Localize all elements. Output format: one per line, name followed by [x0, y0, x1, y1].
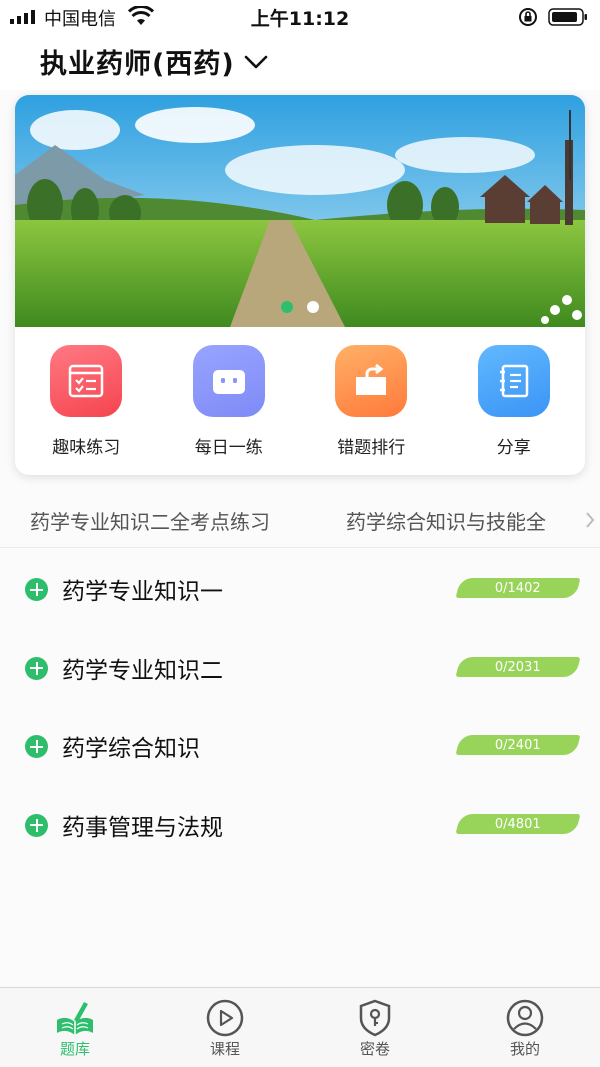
shortcut-wrong-ranking[interactable]: 错题排行 — [300, 345, 443, 458]
progress-text: 0/2401 — [495, 737, 541, 753]
shortcut-label: 每日一练 — [194, 438, 263, 458]
notebook-icon — [477, 345, 550, 417]
exam-selector[interactable]: 执业药师(西药) — [40, 42, 269, 81]
shortcut-label: 分享 — [496, 438, 531, 458]
banner-carousel[interactable] — [15, 95, 585, 327]
banner-image — [15, 95, 585, 327]
list-item[interactable]: 药学综合知识 0/2401 — [0, 707, 600, 786]
shortcut-row: 趣味练习 每日一练 错题排行 分享 — [15, 345, 585, 458]
list-item[interactable]: 药学专业知识一 0/1402 — [0, 550, 600, 629]
tab-courses[interactable]: 课程 — [150, 988, 300, 1067]
folder-share-icon — [335, 345, 408, 417]
list-item[interactable]: 药学专业知识二 0/2031 — [0, 629, 600, 708]
book-pen-icon — [57, 1002, 93, 1035]
shortcut-share[interactable]: 分享 — [443, 345, 586, 458]
subject-tab[interactable]: 药学综合知识与技能全 — [346, 506, 546, 535]
carousel-indicator — [15, 301, 585, 313]
shield-key-icon — [359, 999, 391, 1037]
tab-label: 我的 — [509, 1040, 540, 1058]
tab-question-bank[interactable]: 题库 — [0, 988, 150, 1067]
plus-circle-icon[interactable] — [25, 656, 48, 680]
tab-label: 课程 — [209, 1040, 240, 1058]
rotation-lock-icon — [519, 8, 537, 26]
tab-my-profile[interactable]: 我的 — [450, 988, 600, 1067]
header: 执业药师(西药) — [0, 34, 600, 90]
subject-tab-strip: 药学专业知识二全考点练习 药学综合知识与技能全 — [0, 494, 600, 548]
progress-text: 0/2031 — [495, 659, 541, 674]
subject-name: 药事管理与法规 — [62, 814, 223, 841]
progress-text: 0/4801 — [495, 816, 541, 831]
bottom-tab-bar: 题库 课程 密卷 我的 — [0, 987, 600, 1067]
plus-circle-icon[interactable] — [25, 578, 48, 601]
progress-badge: 0/2031 — [455, 656, 581, 677]
battery-icon — [548, 8, 587, 26]
progress-badge: 0/2401 — [455, 735, 581, 755]
shortcut-daily-practice[interactable]: 每日一练 — [158, 345, 301, 458]
status-bar: 中国电信 上午11:12 — [0, 0, 600, 34]
chevron-down-icon — [244, 55, 267, 68]
progress-text: 0/1402 — [495, 580, 541, 596]
practice-list-icon — [50, 345, 123, 417]
subject-list: 药学专业知识一 0/1402 药学专业知识二 0/2031 药学综合知识 0/2… — [0, 550, 600, 864]
tab-label: 题库 — [59, 1040, 90, 1058]
tab-secret-papers[interactable]: 密卷 — [300, 988, 450, 1067]
shortcut-fun-practice[interactable]: 趣味练习 — [15, 345, 158, 458]
carousel-dot[interactable] — [307, 301, 319, 313]
shortcut-label: 趣味练习 — [52, 438, 121, 458]
plus-circle-icon[interactable] — [25, 735, 48, 758]
clock-time: 上午11:12 — [250, 8, 350, 30]
feature-card: 趣味练习 每日一练 错题排行 分享 — [15, 95, 585, 475]
chevron-right-icon[interactable] — [584, 510, 596, 530]
list-item[interactable]: 药事管理与法规 0/4801 — [0, 786, 600, 865]
subject-name: 药学综合知识 — [62, 736, 200, 762]
subject-tab[interactable]: 药学专业知识二全考点练习 — [30, 506, 270, 535]
carousel-dot[interactable] — [281, 301, 293, 313]
shortcut-label: 错题排行 — [337, 438, 406, 458]
subject-name: 药学专业知识一 — [62, 579, 223, 605]
subject-name: 药学专业知识二 — [62, 657, 223, 684]
tab-label: 密卷 — [359, 1040, 390, 1058]
play-circle-icon — [206, 999, 244, 1037]
user-circle-icon — [506, 999, 544, 1037]
plus-circle-icon[interactable] — [25, 813, 48, 837]
robot-face-icon — [192, 345, 265, 417]
page-title: 执业药师(西药) — [40, 49, 235, 80]
progress-badge: 0/1402 — [455, 578, 581, 598]
progress-badge: 0/4801 — [455, 813, 581, 834]
